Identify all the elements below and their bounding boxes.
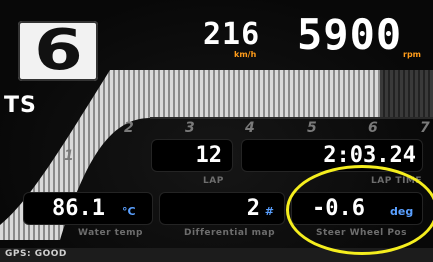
water-temp-value: 86.1 [52, 196, 105, 221]
gps-status: GPS: GOOD [5, 249, 67, 259]
diff-map-unit: # [264, 205, 274, 218]
shift-marker-6: 6 [368, 120, 378, 136]
mode-label: TS [4, 93, 37, 118]
gear-indicator: 6 [18, 21, 98, 81]
shift-marker-4: 4 [245, 120, 255, 136]
shift-marker-3: 3 [185, 120, 195, 136]
water-temp-label: Water temp [78, 228, 143, 238]
rev-bar-unlit [380, 70, 433, 118]
shift-marker-7: 7 [420, 120, 430, 136]
lap-time-value: 2:03.24 [323, 143, 416, 168]
water-temp-unit: °C [122, 205, 136, 218]
speed-value: 216 [203, 17, 261, 52]
lap-label: LAP [203, 176, 224, 186]
speed-unit: km/h [234, 50, 257, 59]
water-temp-panel: 86.1 °C [24, 193, 152, 224]
dashboard-screen: 6 TS 216 km/h 5900 rpm 1 2 3 4 5 6 7 12 … [0, 0, 433, 262]
highlight-circle [286, 165, 433, 255]
lap-time-panel: 2:03.24 [242, 140, 422, 171]
diff-map-value: 2 [246, 196, 260, 221]
shift-marker-5: 5 [307, 120, 317, 136]
shift-marker-2: 2 [124, 120, 134, 136]
lap-panel: 12 [152, 140, 232, 171]
lap-value: 12 [195, 143, 223, 168]
diff-map-panel: 2 # [160, 193, 284, 224]
rpm-value: 5900 [297, 10, 403, 59]
gear-value: 6 [33, 18, 83, 83]
diff-map-label: Differential map [184, 228, 276, 238]
shift-marker-1: 1 [64, 148, 74, 164]
rpm-unit: rpm [403, 50, 422, 59]
